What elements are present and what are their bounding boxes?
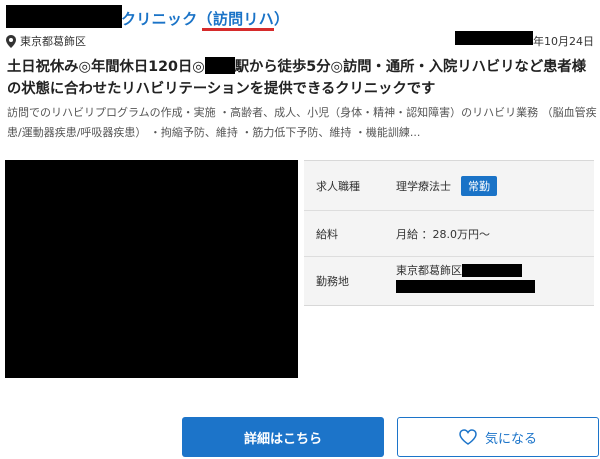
info-label: 勤務地	[316, 275, 349, 288]
redacted-photo	[5, 160, 298, 378]
info-value: 理学療法士 常勤	[386, 161, 594, 210]
info-row-location: 勤務地 東京都葛飾区	[304, 257, 594, 305]
favorite-button[interactable]: 気になる	[397, 417, 599, 457]
info-value: 月給 ：28.0万円〜	[386, 211, 594, 256]
redacted-address-2	[396, 280, 535, 293]
employment-type-badge: 常勤	[461, 175, 497, 196]
info-row-position: 求人職種 理学療法士 常勤	[304, 161, 594, 211]
title-suffix: クリニック	[121, 10, 198, 28]
title-underline	[202, 28, 274, 31]
job-description: 訪問でのリハビリプログラムの作成・実施 ・高齢者、成人、小児（身体・精神・認知障…	[7, 106, 597, 139]
posted-date: 年10月24日	[533, 35, 594, 48]
position-text: 理学療法士	[396, 179, 451, 193]
detail-button[interactable]: 詳細はこちら	[182, 417, 384, 457]
headline-part1: 土日祝休み◎年間休日120日◎	[7, 59, 205, 75]
redacted-year	[455, 31, 533, 45]
info-value: 東京都葛飾区	[386, 257, 594, 305]
heart-icon	[459, 429, 477, 445]
location-text: 東京都葛飾区	[20, 35, 86, 48]
favorite-label: 気になる	[484, 431, 537, 447]
info-label: 求人職種	[316, 179, 360, 193]
info-row-salary: 給料 月給 ：28.0万円〜	[304, 211, 594, 257]
clinic-title-link[interactable]: クリニック（訪問リハ）	[121, 8, 289, 29]
location-row: 東京都葛飾区	[6, 33, 86, 49]
job-info-table: 求人職種 理学療法士 常勤 給料 月給 ：28.0万円〜 勤務地 東京都葛飾区	[304, 160, 594, 306]
info-label: 給料	[316, 227, 338, 241]
job-headline[interactable]: 土日祝休み◎年間休日120日◎ 駅から徒歩5分◎訪問・通所・入院リハビリなど患者様…	[7, 56, 597, 100]
redacted-address-1	[462, 263, 522, 277]
title-tag: （訪問リハ）	[197, 10, 290, 28]
map-pin-icon	[6, 34, 16, 48]
work-location-text: 東京都葛飾区	[396, 264, 462, 277]
redacted-clinic-name	[6, 5, 122, 28]
redacted-station	[204, 57, 235, 74]
